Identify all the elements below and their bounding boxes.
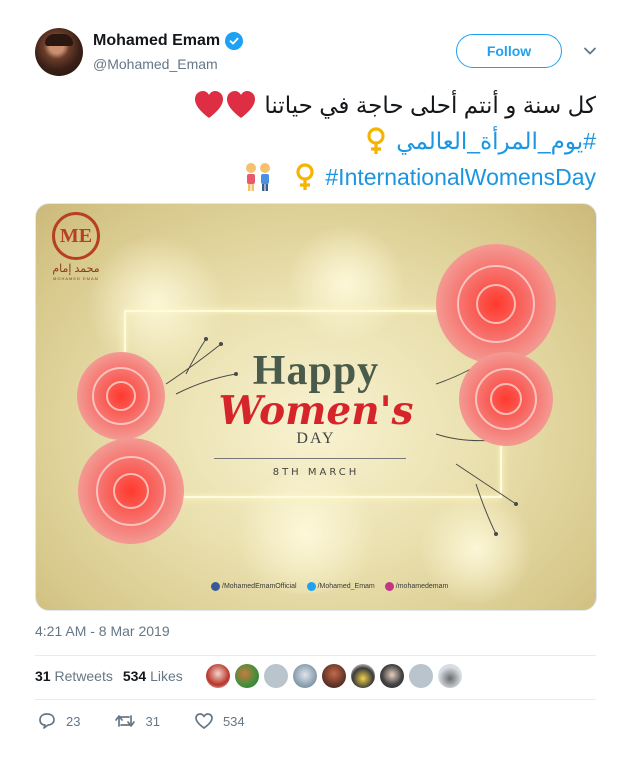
like-button[interactable]: 534 (194, 712, 245, 730)
tweet-arabic-text: كل سنة و أنتم أحلى حاجة في حياتنا (264, 92, 596, 118)
heart-emoji-icon (194, 90, 256, 120)
reply-count: 23 (66, 713, 81, 729)
like-count: 534 (222, 713, 245, 729)
liker-avatar[interactable] (264, 664, 288, 688)
female-sign-emoji-icon (364, 126, 388, 156)
social-facebook: /MohamedEmamOfficial (211, 582, 297, 591)
twitter-icon (306, 582, 316, 591)
tweet-image[interactable]: ME محمد إمام MOHAMED EMAM Happy Women's … (35, 203, 597, 611)
author-handle[interactable]: @Mohamed_Emam (93, 56, 218, 72)
retweet-icon (115, 715, 136, 727)
tweet-stats: 31 Retweets 534 Likes (35, 668, 183, 684)
facebook-icon (211, 582, 220, 591)
logo-subtitle: MOHAMED EMAM (53, 276, 99, 281)
card-divider (214, 458, 406, 459)
liker-avatar[interactable] (351, 664, 375, 688)
tweet-actions: 23 31 534 (37, 712, 279, 730)
liker-avatar[interactable] (206, 664, 230, 688)
liker-avatar[interactable] (293, 664, 317, 688)
social-twitter: /Mohamed_Emam (306, 582, 375, 591)
logo-arabic-name: محمد إمام (52, 263, 100, 275)
card-date-text: 8TH MARCH (272, 467, 360, 478)
liker-avatar[interactable] (235, 664, 259, 688)
card-day-text: DAY (296, 430, 336, 447)
verified-badge-icon (225, 32, 244, 50)
heart-icon (195, 713, 213, 729)
likes-stat[interactable]: 534 Likes (123, 668, 183, 684)
social-handles: /MohamedEmamOfficial /Mohamed_Emam /moha… (211, 582, 448, 591)
couple-emoji-icon (241, 162, 275, 192)
retweet-count: 31 (145, 713, 160, 729)
tweet-line-1: كل سنة و أنتم أحلى حاجة في حياتنا (35, 87, 596, 123)
divider (35, 655, 596, 656)
card-womens-text: Women's (218, 388, 414, 434)
tweet-line-2: #يوم_المرأة_العالمي (35, 123, 596, 159)
author-avatar[interactable] (35, 28, 83, 76)
tweet-timestamp[interactable]: 4:21 AM - 8 Mar 2019 (35, 623, 170, 639)
liker-avatars (206, 664, 462, 688)
hashtag-arabic-link[interactable]: #يوم_المرأة_العالمي (396, 123, 596, 159)
tweet-text: كل سنة و أنتم أحلى حاجة في حياتنا #يوم_ا… (35, 87, 596, 195)
liker-avatar[interactable] (438, 664, 462, 688)
author-name[interactable]: Mohamed Emam (93, 32, 220, 50)
liker-avatar[interactable] (409, 664, 433, 688)
divider (35, 699, 596, 700)
reply-button[interactable]: 23 (37, 712, 80, 730)
chevron-down-icon[interactable] (581, 42, 599, 60)
retweets-stat[interactable]: 31 Retweets (35, 668, 113, 684)
female-sign-emoji-icon (293, 162, 317, 192)
hashtag-link[interactable]: #InternationalWomensDay (325, 159, 596, 195)
tweet-line-3: #InternationalWomensDay (35, 159, 596, 195)
liker-avatar[interactable] (380, 664, 404, 688)
retweet-button[interactable]: 31 (114, 712, 160, 730)
tweet-header: Mohamed Emam @Mohamed_Emam Follow (35, 28, 611, 80)
social-instagram: /mohamedemam (384, 582, 448, 591)
reply-icon (39, 713, 55, 729)
author-name-row[interactable]: Mohamed Emam (93, 32, 244, 50)
brand-logo: ME (52, 212, 100, 260)
instagram-icon (384, 582, 394, 591)
liker-avatar[interactable] (322, 664, 346, 688)
follow-button[interactable]: Follow (456, 34, 562, 68)
